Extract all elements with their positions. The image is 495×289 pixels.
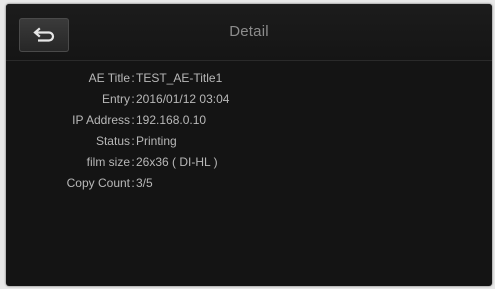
status-value: Printing [136,134,177,148]
header-divider [6,60,492,61]
header-bar: Detail [6,4,492,60]
detail-row-entry: Entry : 2016/01/12 03:04 [6,89,492,110]
ip-address-label: IP Address [72,113,130,127]
ae-title-value: TEST_AE-Title1 [136,71,223,85]
ip-address-value: 192.168.0.10 [136,113,207,127]
page-title: Detail [229,23,269,40]
detail-row-film-size: film size : 26x36 ( DI-HL ) [6,152,492,173]
status-label: Status [95,134,130,148]
film-size-value: 26x36 ( DI-HL ) [136,155,218,169]
detail-list: AE Title : TEST_AE-Title1 Entry : 2016/0… [6,68,492,194]
entry-label: Entry [101,92,130,106]
detail-row-ip-address: IP Address : 192.168.0.10 [6,110,492,131]
detail-row-copy-count: Copy Count : 3/5 [6,173,492,194]
detail-row-status: Status : Printing [6,131,492,152]
ae-title-label: AE Title [88,71,130,85]
copy-count-value: 3/5 [136,176,153,190]
detail-row-ae-title: AE Title : TEST_AE-Title1 [6,68,492,89]
copy-count-label: Copy Count [66,176,130,190]
detail-screen: Detail AE Title : TEST_AE-Title1 Entry :… [6,4,492,286]
entry-value: 2016/01/12 03:04 [136,92,230,106]
film-size-label: film size [86,155,130,169]
